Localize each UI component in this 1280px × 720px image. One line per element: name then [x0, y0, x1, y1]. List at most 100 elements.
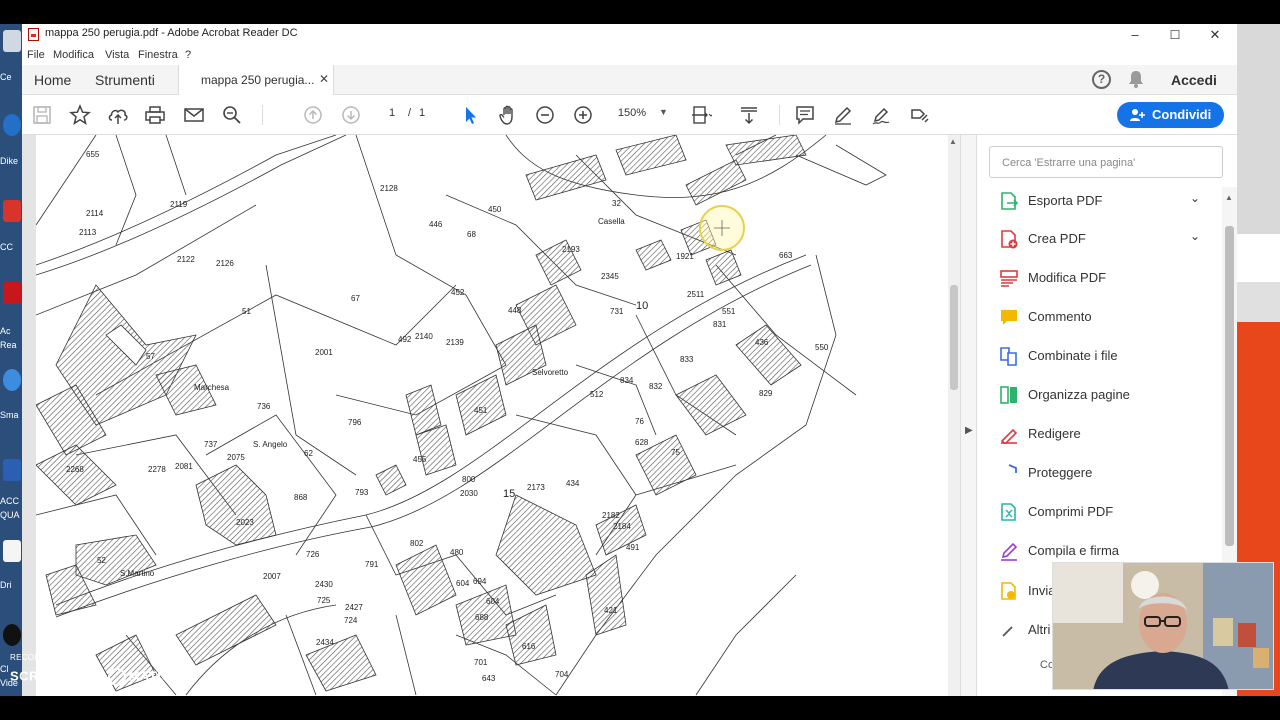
parcel-label: 2081 — [175, 462, 193, 471]
tools-search-input[interactable]: Cerca 'Estrarre una pagina' — [989, 146, 1223, 178]
document-scrollbar-thumb[interactable] — [950, 285, 958, 390]
desktop-icon[interactable] — [3, 540, 21, 562]
parcel-label: 829 — [759, 389, 773, 398]
desktop-icon-label: Cl — [0, 664, 9, 674]
parcel-label: 2184 — [613, 522, 631, 531]
save-icon[interactable] — [31, 104, 53, 126]
menu-vista[interactable]: Vista — [105, 49, 129, 61]
parcel-label: 868 — [294, 493, 308, 502]
tool-item-export-pdf[interactable]: Esporta PDF ⌄ — [977, 185, 1222, 221]
help-icon[interactable]: ? — [1092, 70, 1111, 89]
tool-item-label: Compila e firma — [1028, 543, 1120, 558]
tool-item-label: Commento — [1028, 309, 1092, 324]
parcel-label: 450 — [488, 205, 502, 214]
webcam-video — [1053, 563, 1273, 689]
search-zoom-icon[interactable] — [221, 104, 243, 126]
chevron-down-icon[interactable]: ⌄ — [1190, 191, 1200, 205]
tool-item-create-pdf[interactable]: Crea PDF ⌄ — [977, 223, 1222, 259]
close-window-button[interactable]: ✕ — [1195, 24, 1235, 46]
scroll-up-icon[interactable]: ▲ — [1225, 193, 1233, 202]
parcel-label: S.Martino — [120, 569, 155, 578]
zoom-level[interactable]: 150% — [612, 107, 646, 119]
tool-item-organize-pages[interactable]: Organizza pagine — [977, 379, 1222, 415]
desktop-icon[interactable] — [3, 282, 21, 304]
sign-in-link[interactable]: Accedi — [1171, 72, 1217, 88]
cloud-upload-icon[interactable] — [107, 104, 129, 126]
toolbar: 1 / 1 150% ▼ Condividi — [22, 95, 1237, 135]
parcel-label: 1921 — [676, 252, 694, 261]
desktop-icon[interactable] — [3, 459, 21, 481]
tool-item-redact[interactable]: Redigere — [977, 418, 1222, 454]
scroll-up-icon[interactable]: ▲ — [949, 137, 957, 146]
document-scrollbar[interactable]: ▲ — [948, 135, 960, 696]
hand-tool-icon[interactable] — [497, 104, 519, 126]
menu-help[interactable]: ? — [185, 49, 191, 61]
close-tab-icon[interactable]: ✕ — [319, 72, 329, 86]
document-view[interactable]: 655 2128 2119 2114 2113 2122 2126 446 68 450 2193 3… — [22, 135, 960, 696]
print-icon[interactable] — [144, 104, 166, 126]
pen-highlight-icon[interactable] — [832, 104, 854, 126]
parcel-label: 492 — [398, 335, 412, 344]
tools-pane-scrollbar-thumb[interactable] — [1225, 226, 1234, 546]
parcel-label: 831 — [713, 320, 727, 329]
edit-pdf-icon — [999, 268, 1019, 288]
previous-page-icon[interactable] — [302, 104, 324, 126]
chevron-down-icon[interactable]: ⌄ — [1190, 229, 1200, 243]
parcel-label: 655 — [86, 150, 100, 159]
desktop-icon[interactable] — [3, 624, 21, 646]
email-icon[interactable] — [183, 104, 205, 126]
comment-icon[interactable] — [794, 104, 816, 126]
parcel-label: 68 — [467, 230, 476, 239]
menu-file[interactable]: File — [27, 49, 45, 61]
desktop-icon[interactable] — [3, 200, 21, 222]
share-button[interactable]: Condividi — [1117, 102, 1224, 128]
notification-bell-icon[interactable] — [1128, 70, 1144, 88]
next-page-icon[interactable] — [340, 104, 362, 126]
minimize-button[interactable]: – — [1115, 24, 1155, 46]
desktop-icon[interactable] — [3, 369, 21, 391]
zoom-out-icon[interactable] — [534, 104, 556, 126]
tool-item-label: Comprimi PDF — [1028, 504, 1114, 519]
menu-modifica[interactable]: Modifica — [53, 49, 94, 61]
tool-item-compress-pdf[interactable]: Comprimi PDF — [977, 496, 1222, 532]
tab-tools[interactable]: Strumenti — [95, 72, 155, 88]
more-tools-toolbar-icon[interactable] — [908, 104, 930, 126]
chevron-down-icon[interactable]: ▼ — [659, 107, 668, 117]
pdf-page[interactable]: 655 2128 2119 2114 2113 2122 2126 446 68 450 2193 3… — [36, 135, 948, 696]
scroll-mode-icon[interactable] — [738, 104, 760, 126]
tab-document[interactable]: mappa 250 perugia... ✕ — [178, 65, 334, 96]
parcel-label: 512 — [590, 390, 604, 399]
collapse-pane-icon[interactable]: ▶ — [965, 425, 973, 436]
maximize-button[interactable]: ☐ — [1155, 24, 1195, 46]
watermark-brand-left: SCREENCAST — [10, 668, 105, 684]
parcel-label: 10 — [636, 300, 648, 312]
bookmark-star-icon[interactable] — [69, 104, 91, 126]
parcel-label: 643 — [482, 674, 496, 683]
tool-item-comment[interactable]: Commento — [977, 301, 1222, 337]
parcel-label: 2182 — [602, 511, 620, 520]
desktop-icons-left: Ce Dike CC Ac Rea Sma ACC QUA Dri Cl Vid… — [0, 24, 22, 696]
page-fit-icon[interactable] — [690, 104, 714, 126]
parcel-label: 2427 — [345, 603, 363, 612]
select-cursor-icon[interactable] — [459, 104, 481, 126]
parcel-label: 737 — [204, 440, 218, 449]
tool-item-label: Esporta PDF — [1028, 193, 1103, 208]
combine-files-icon — [999, 346, 1019, 366]
desktop-icon[interactable] — [3, 114, 21, 136]
tool-item-protect[interactable]: Proteggere — [977, 457, 1222, 493]
parcel-label: 434 — [566, 479, 580, 488]
menu-finestra[interactable]: Finestra — [138, 49, 178, 61]
parcel-label: 448 — [508, 306, 522, 315]
screencast-logo-icon — [107, 668, 126, 686]
parcel-label: 421 — [604, 606, 618, 615]
pane-divider[interactable]: ▶ — [960, 135, 977, 696]
page-number-input[interactable]: 1 — [382, 107, 402, 119]
zoom-in-icon[interactable] — [572, 104, 594, 126]
tool-item-edit-pdf[interactable]: Modifica PDF — [977, 262, 1222, 298]
desktop: Ce Dike CC Ac Rea Sma ACC QUA Dri Cl Vid… — [0, 0, 1280, 720]
tool-item-combine-files[interactable]: Combinate i file — [977, 340, 1222, 376]
sign-pen-icon[interactable] — [870, 104, 892, 126]
parcel-label: 2119 — [170, 200, 188, 209]
desktop-icon[interactable] — [3, 30, 21, 52]
tab-home[interactable]: Home — [34, 72, 71, 88]
